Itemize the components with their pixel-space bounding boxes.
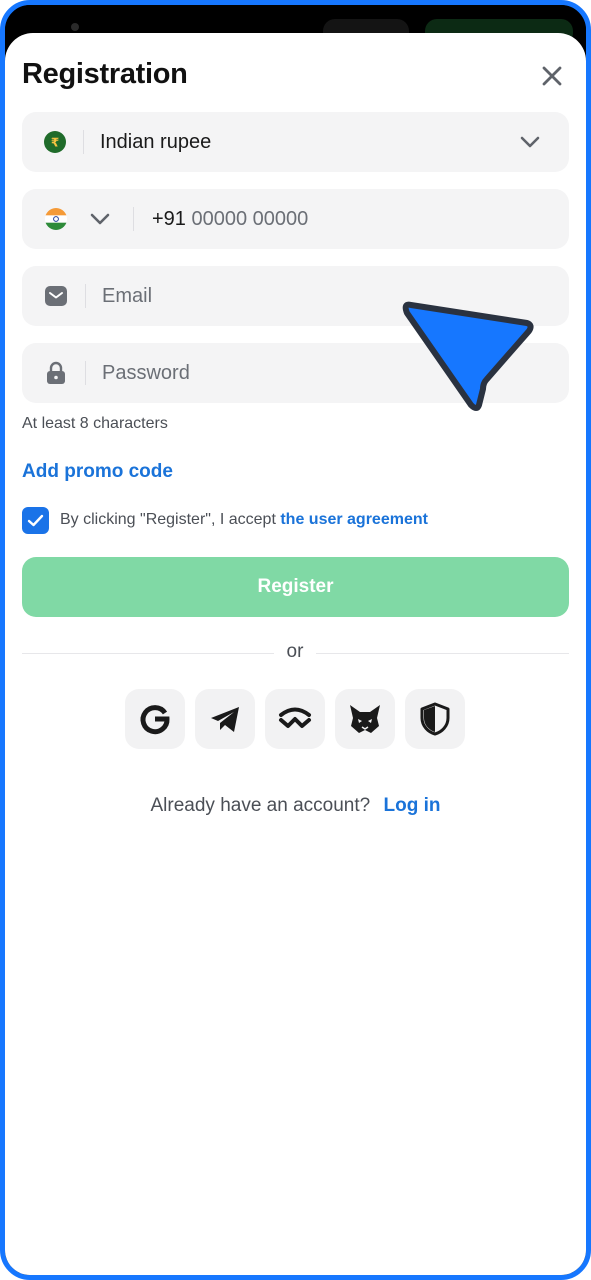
email-input[interactable]: Email — [102, 266, 152, 326]
lock-icon — [47, 361, 65, 384]
shield-icon — [420, 702, 450, 736]
login-link[interactable]: Log in — [384, 795, 441, 816]
currency-label: Indian rupee — [100, 131, 212, 153]
password-hint: At least 8 characters — [22, 415, 168, 432]
add-promo-code-link[interactable]: Add promo code — [22, 461, 173, 483]
page-title: Registration — [22, 58, 188, 90]
agreement-text: By clicking "Register", I accept the use… — [60, 511, 428, 529]
telegram-login-button[interactable] — [195, 689, 255, 749]
metamask-login-button[interactable] — [335, 689, 395, 749]
registration-sheet: Registration ₹ Indian rupee +91 00000 00… — [5, 33, 586, 1275]
google-icon — [140, 705, 170, 735]
device-frame: Registration ₹ Indian rupee +91 00000 00… — [0, 0, 591, 1280]
agreement-checkbox[interactable] — [22, 507, 49, 534]
register-button[interactable]: Register — [22, 557, 569, 617]
rupee-flag-icon: ₹ — [44, 131, 66, 153]
walletconnect-login-button[interactable] — [265, 689, 325, 749]
close-icon[interactable] — [537, 61, 567, 91]
field-divider — [133, 207, 134, 231]
metamask-icon — [350, 705, 380, 733]
user-agreement-link[interactable]: the user agreement — [280, 511, 428, 528]
field-divider — [83, 130, 84, 154]
pointer-cursor-icon — [402, 301, 534, 411]
login-row: Already have an account? Log in — [5, 795, 586, 817]
phone-field[interactable]: +91 00000 00000 — [22, 189, 569, 249]
telegram-icon — [211, 707, 239, 732]
currency-select[interactable]: ₹ Indian rupee — [22, 112, 569, 172]
walletconnect-icon — [279, 707, 311, 728]
google-login-button[interactable] — [125, 689, 185, 749]
mail-icon — [45, 286, 67, 306]
field-divider — [85, 361, 86, 385]
password-input[interactable]: Password — [102, 343, 190, 403]
checkmark-icon — [27, 514, 44, 527]
divider-line-left — [22, 653, 274, 654]
chevron-down-icon[interactable] — [88, 209, 112, 229]
field-divider — [85, 284, 86, 308]
phone-code: +91 — [152, 208, 186, 230]
svg-text:₹: ₹ — [51, 136, 59, 150]
camera-dot — [71, 23, 79, 31]
agreement-label: By clicking "Register", I accept — [60, 511, 276, 528]
phone-placeholder: 00000 00000 — [191, 208, 309, 230]
or-label: or — [286, 641, 304, 662]
india-flag-icon[interactable] — [45, 208, 67, 230]
chevron-down-icon — [520, 136, 540, 148]
phone-input[interactable]: +91 00000 00000 — [152, 189, 308, 249]
passkey-login-button[interactable] — [405, 689, 465, 749]
divider-line-right — [316, 653, 569, 654]
login-prompt: Already have an account? — [150, 795, 371, 816]
